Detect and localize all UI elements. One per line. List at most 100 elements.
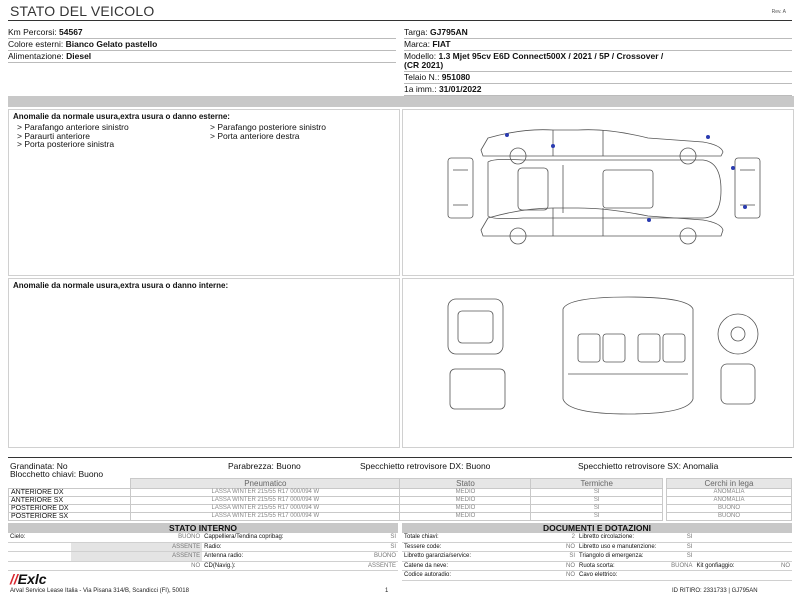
info-km: Km Percorsi: 54567 [8,27,396,39]
title-divider [8,20,792,21]
tyre-termiche: SI [530,512,663,521]
cell-value [669,570,695,581]
cell-value: BUONO [334,551,398,562]
internal-damage-title: Anomalie da normale usura,extra usura o … [13,281,229,290]
documenti-table: Totale chiavi: 2 Libretto circolazione: … [402,533,792,581]
table-row: POSTERIORE SX LASSA WINTER 215/55 R17 00… [7,512,663,521]
cell-value: NO [755,561,792,571]
specchietto-sx-label: Specchietto retrovisore SX: Anomalia [578,461,719,471]
tyre-stato: MEDIO [399,512,532,521]
revision-label: Rev. A [771,9,786,15]
cell-value: NO [496,561,577,571]
summary-divider [8,457,792,458]
tyre-stato: MEDIO [399,488,532,497]
info-colore: Colore esterni: Bianco Gelato pastello [8,39,396,51]
cell-label: Triangolo di emergenza: [577,551,670,562]
specchietto-dx-label: Specchietto retrovisore DX: Buono [360,461,491,471]
external-damage-title: Anomalie da normale usura,extra usura o … [13,112,230,121]
cell-value [755,551,792,562]
internal-damage-panel [8,278,400,448]
col-header-termiche: Termiche [530,478,663,489]
cell-value: BUONO [70,533,203,543]
cell-label [8,542,71,552]
damage-item: > Porta posteriore sinistra [17,139,115,149]
table-row: ASSENTE Antenna radio: BUONO [8,551,398,562]
cell-label: Catene da neve: [402,561,497,571]
damage-item: > Porta anteriore destra [210,130,300,141]
tyre-position: ANTERIORE DX [7,488,132,497]
table-row: Catene da neve: NO Ruota scorta: BUONA K… [402,561,792,571]
cell-value: SI [496,551,577,562]
internal-diagram-panel [402,278,794,448]
cell-value: ASSENTE [70,551,203,562]
tyre-stato: MEDIO [399,496,532,505]
table-row: POSTERIORE DX LASSA WINTER 215/55 R17 00… [7,504,663,513]
table-row: Tessere code: NO Libretto uso e manutenz… [402,542,792,552]
info-immatricolazione: 1a imm.: 31/01/2022 [404,84,792,96]
cerchi-value: BUONO [666,512,792,521]
cell-value: SI [669,551,695,562]
cell-label: Codice autoradio: [402,570,497,581]
cell-label: Cappelliera/Tendina copribag: [202,533,335,543]
tyre-model: LASSA WINTER 215/55 R17 000/094 W [130,504,401,513]
cell-value: BUONA [669,561,695,571]
tyre-model: LASSA WINTER 215/55 R17 000/094 W [130,496,401,505]
cell-value: SI [334,533,398,543]
cell-value: SI [669,533,695,543]
cell-value: NO [70,561,203,571]
stato-interno-title: STATO INTERNO [8,523,398,533]
tyre-model: LASSA WINTER 215/55 R17 000/094 W [130,488,401,497]
stato-interno-table: Cielo: BUONO Cappelliera/Tendina copriba… [8,533,398,571]
info-targa: Targa: GJ795AN [404,27,792,39]
tyre-position: POSTERIORE SX [7,512,132,521]
info-alimentazione: Alimentazione: Diesel [8,51,396,63]
col-header-cerchi: Cerchi in lega [666,478,792,489]
cell-label: CD(Navig.): [202,561,335,571]
cell-label: Libretto uso e manutenzione: [577,542,670,552]
tyre-termiche: SI [530,496,663,505]
car-exterior-diagram [447,129,761,245]
cell-label: Radio: [202,542,335,552]
cell-label: Antenna radio: [202,551,335,562]
cell-value: 2 [496,533,577,543]
cell-value [755,542,792,552]
tyre-position: ANTERIORE SX [7,496,132,505]
table-row: Codice autoradio: NO Cavo elettrico: [402,570,792,581]
cerchi-value: ANOMALIA [666,496,792,505]
tyre-termiche: SI [530,488,663,497]
cerchi-value: ANOMALIA [666,488,792,497]
cell-value: ASSENTE [70,542,203,552]
col-header-pneumatico: Pneumatico [130,478,401,489]
section-bar [8,96,794,107]
cell-label [694,570,756,581]
info-marca: Marca: FIAT [404,39,792,51]
cell-label: Ruota scorta: [577,561,670,571]
footer-page-number: 1 [385,588,389,594]
table-row: ASSENTE Radio: SI [8,542,398,552]
table-row: ANTERIORE DX LASSA WINTER 215/55 R17 000… [7,488,663,497]
col-header-stato: Stato [399,478,532,489]
cell-label: Totale chiavi: [402,533,497,543]
cell-value: NO [496,570,577,581]
external-damage-col1: > Parafango anteriore sinistro > Paraurt… [17,123,129,149]
cell-value: SI [669,542,695,552]
tyres-table: Pneumatico Stato Termiche ANTERIORE DX L… [7,478,663,521]
tyre-model: LASSA WINTER 215/55 R17 000/094 W [130,512,401,521]
cell-value: ASSENTE [334,561,398,571]
cell-label [694,533,756,543]
table-row: Totale chiavi: 2 Libretto circolazione: … [402,533,792,543]
external-damage-col2: > Parafango posteriore sinistro > Porta … [210,123,326,140]
table-row: ANTERIORE SX LASSA WINTER 215/55 R17 000… [7,496,663,505]
cell-label [8,551,71,562]
cell-label [694,551,756,562]
cell-value [755,533,792,543]
cell-label [694,542,756,552]
cell-label: Tessere code: [402,542,497,552]
cell-label: Libretto garanzia/service: [402,551,497,562]
car-interior-diagram [447,296,759,415]
cell-label: Libretto circolazione: [577,533,670,543]
cell-value [755,570,792,581]
table-row: Libretto garanzia/service: SI Triangolo … [402,551,792,562]
documenti-title: DOCUMENTI E DOTAZIONI [402,523,792,533]
cerchi-table: Cerchi in lega ANOMALIA ANOMALIA BUONO B… [666,478,792,521]
